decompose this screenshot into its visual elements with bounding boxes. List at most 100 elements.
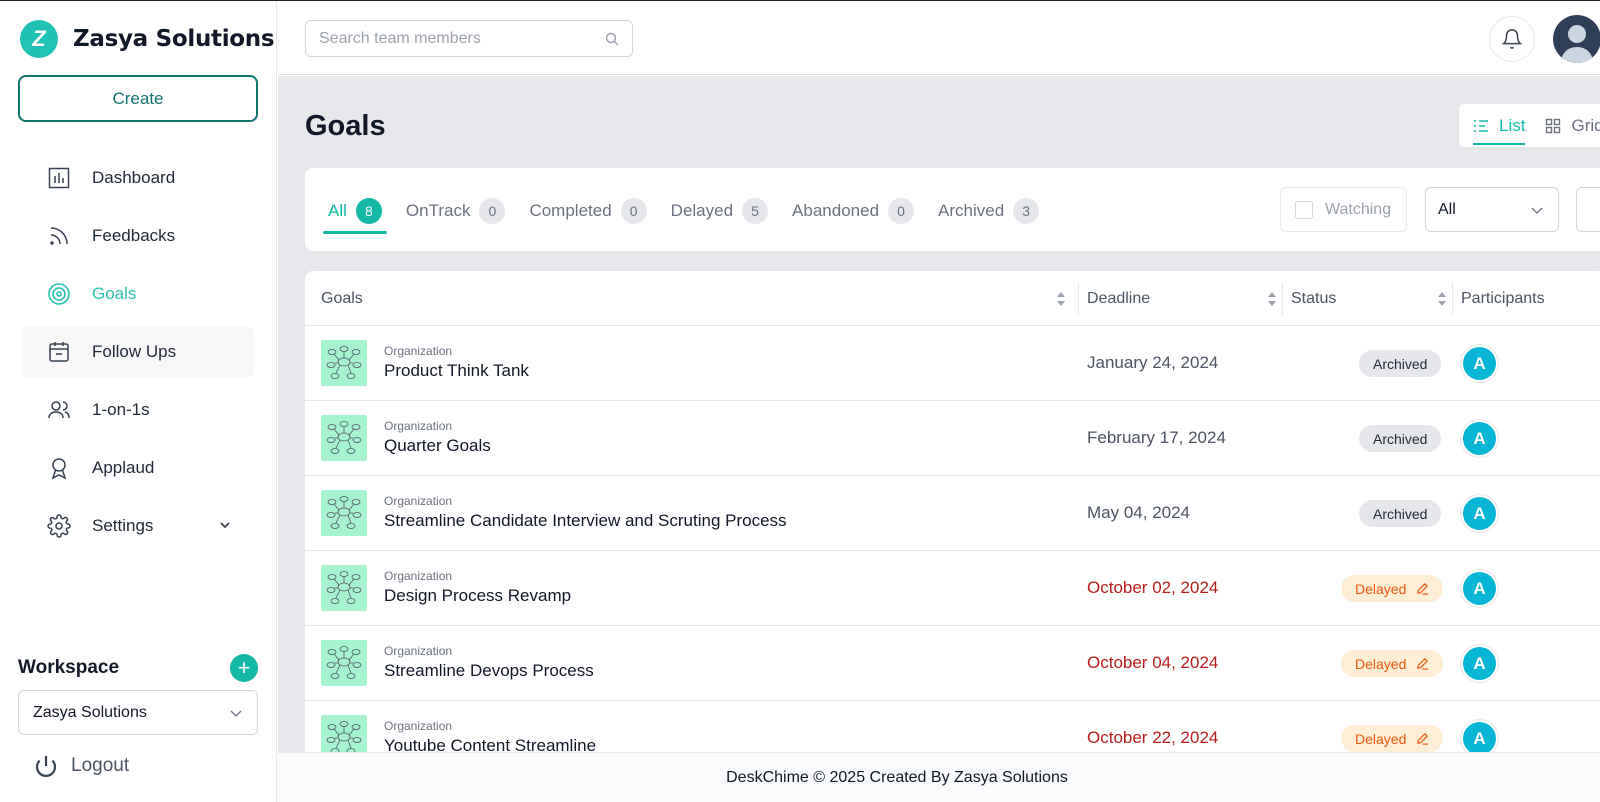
search-box[interactable] xyxy=(305,20,633,57)
grid-icon xyxy=(1546,118,1561,133)
table-row[interactable]: Organization Product Think Tank January … xyxy=(305,326,1600,401)
create-button[interactable]: Create xyxy=(18,75,258,122)
participant-avatar[interactable]: A xyxy=(1463,422,1496,455)
goal-kind: Organization xyxy=(384,719,453,733)
table-row[interactable]: Organization Quarter Goals February 17, … xyxy=(305,401,1600,476)
column-divider xyxy=(1282,283,1283,315)
list-view-button[interactable]: List xyxy=(1473,111,1526,145)
chevron-down-icon[interactable] xyxy=(218,518,232,532)
brand-logo: Z xyxy=(20,20,58,58)
mind-map-icon xyxy=(326,496,362,529)
column-header-status[interactable]: Status xyxy=(1291,271,1447,326)
goal-name[interactable]: Streamline Devops Process xyxy=(384,661,594,681)
table-row[interactable]: Organization Youtube Content Streamline … xyxy=(305,701,1600,752)
goal-name[interactable]: Streamline Candidate Interview and Scrut… xyxy=(384,511,787,531)
participant-avatar[interactable]: A xyxy=(1463,347,1496,380)
tab-completed[interactable]: Completed 0 xyxy=(524,194,651,230)
tab-delayed[interactable]: Delayed 5 xyxy=(666,194,773,230)
goal-thumbnail xyxy=(321,640,367,686)
workspace-title: Workspace xyxy=(18,657,120,678)
user-avatar[interactable] xyxy=(1553,15,1600,63)
list-view-label: List xyxy=(1499,115,1526,135)
participant-avatar[interactable]: A xyxy=(1463,497,1496,530)
edit-icon[interactable] xyxy=(1416,582,1429,595)
main-content: Goals List Grid All 8 OnTrack 0 Complete… xyxy=(278,76,1600,752)
search-input[interactable] xyxy=(319,29,599,48)
edit-icon[interactable] xyxy=(1416,657,1429,670)
tab-archived[interactable]: Archived 3 xyxy=(933,194,1044,230)
watching-toggle[interactable]: Watching xyxy=(1280,187,1407,232)
goal-name[interactable]: Product Think Tank xyxy=(384,361,529,381)
column-label: Participants xyxy=(1461,289,1545,307)
workspace-select[interactable]: Zasya Solutions xyxy=(18,690,258,735)
goal-kind: Organization xyxy=(384,344,453,358)
tab-count: 0 xyxy=(479,198,506,224)
sidebar: Z Zasya Solutions Create Dashboard Feedb… xyxy=(0,1,277,802)
column-header-goals[interactable]: Goals xyxy=(321,271,1066,326)
table-row[interactable]: Organization Design Process Revamp Octob… xyxy=(305,551,1600,626)
sidebar-item-label: 1-on-1s xyxy=(92,400,150,419)
user-silhouette-icon xyxy=(1561,25,1593,63)
column-header-deadline[interactable]: Deadline xyxy=(1087,271,1277,326)
participant-avatar[interactable]: A xyxy=(1463,572,1496,605)
bell-icon xyxy=(1501,29,1523,49)
filter-bar: All 8 OnTrack 0 Completed 0 Delayed 5 Ab… xyxy=(305,168,1600,251)
tab-abandoned[interactable]: Abandoned 0 xyxy=(787,194,919,230)
column-divider xyxy=(1078,283,1079,315)
goal-name[interactable]: Design Process Revamp xyxy=(384,586,571,606)
goal-deadline: October 22, 2024 xyxy=(1087,728,1219,747)
edit-icon[interactable] xyxy=(1416,732,1429,745)
table-row[interactable]: Organization Streamline Devops Process O… xyxy=(305,626,1600,701)
column-label: Deadline xyxy=(1087,289,1151,307)
sidebar-item-applaud[interactable]: Applaud xyxy=(22,442,254,494)
goal-thumbnail xyxy=(321,565,367,611)
goal-name[interactable]: Quarter Goals xyxy=(384,436,491,456)
notifications-button[interactable] xyxy=(1489,16,1535,62)
participant-avatar[interactable]: A xyxy=(1463,647,1496,680)
status-badge[interactable]: Delayed xyxy=(1341,650,1444,677)
goal-kind: Organization xyxy=(384,644,453,658)
tab-count: 0 xyxy=(888,198,915,224)
mind-map-icon xyxy=(326,421,362,454)
users-icon xyxy=(47,398,71,422)
footer-text: DeskChime © 2025 Created By Zasya Soluti… xyxy=(726,768,1068,786)
status-label: Delayed xyxy=(1355,580,1407,597)
rss-icon xyxy=(47,224,71,248)
sidebar-item-1-on-1s[interactable]: 1-on-1s xyxy=(22,384,254,436)
goals-table: Goals Deadline Status Participants Organ… xyxy=(305,271,1600,752)
table-row[interactable]: Organization Streamline Candidate Interv… xyxy=(305,476,1600,551)
tab-ontrack[interactable]: OnTrack 0 xyxy=(401,194,511,230)
participant-avatar[interactable]: A xyxy=(1463,722,1496,752)
filter-select[interactable]: All xyxy=(1425,187,1559,232)
sidebar-item-goals[interactable]: Goals xyxy=(22,268,254,320)
column-divider xyxy=(1452,283,1453,315)
status-badge[interactable]: Delayed xyxy=(1341,575,1444,602)
goal-name[interactable]: Youtube Content Streamline xyxy=(384,736,596,752)
logout-label: Logout xyxy=(71,755,130,776)
tab-label: OnTrack xyxy=(405,201,471,220)
tab-count: 5 xyxy=(742,198,769,224)
goal-thumbnail xyxy=(321,715,367,752)
tab-label: Completed xyxy=(529,201,612,220)
goal-thumbnail xyxy=(321,340,367,386)
sidebar-item-label: Applaud xyxy=(92,458,155,477)
watching-label: Watching xyxy=(1325,200,1392,218)
list-icon xyxy=(1474,119,1488,132)
status-badge[interactable]: Delayed xyxy=(1341,725,1444,752)
workspace-select-value: Zasya Solutions xyxy=(33,703,147,721)
sidebar-item-feedbacks[interactable]: Feedbacks xyxy=(22,210,254,262)
brand[interactable]: Z Zasya Solutions xyxy=(20,20,275,58)
tab-all[interactable]: All 8 xyxy=(323,194,387,234)
status-label: Delayed xyxy=(1355,730,1407,747)
sidebar-item-dashboard[interactable]: Dashboard xyxy=(22,152,254,204)
watching-checkbox[interactable] xyxy=(1295,200,1313,219)
goal-deadline: February 17, 2024 xyxy=(1087,428,1226,447)
filter-search-input[interactable] xyxy=(1576,187,1600,232)
chevron-down-icon xyxy=(230,710,242,717)
grid-view-button[interactable]: Grid xyxy=(1545,111,1600,141)
sidebar-item-label: Settings xyxy=(92,516,154,535)
add-workspace-button[interactable]: + xyxy=(230,654,258,682)
logout-button[interactable]: Logout xyxy=(34,754,129,778)
sidebar-item-settings[interactable]: Settings xyxy=(22,500,254,552)
sidebar-item-follow-ups[interactable]: Follow Ups xyxy=(22,326,254,378)
